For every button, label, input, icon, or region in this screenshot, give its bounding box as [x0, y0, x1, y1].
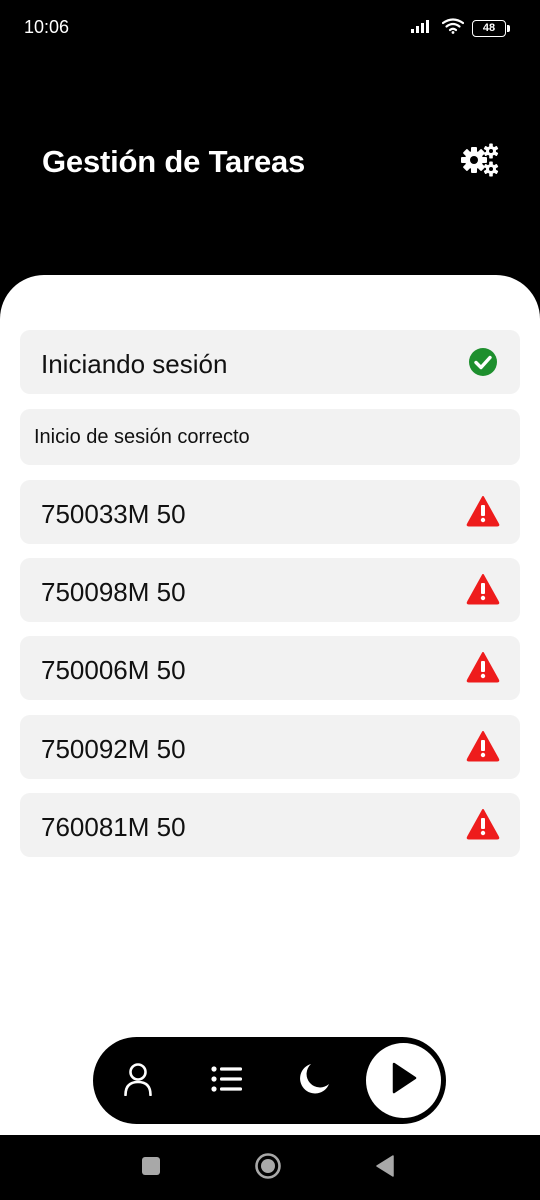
task-item: 750033M 50: [20, 480, 520, 544]
signal-icon: [410, 19, 434, 38]
gears-icon: [460, 142, 500, 183]
task-label: Inicio de sesión correcto: [34, 426, 250, 448]
list-icon: [211, 1065, 243, 1097]
user-icon: [123, 1062, 153, 1101]
warning-icon: [466, 729, 500, 763]
play-icon: [390, 1061, 418, 1100]
list-button[interactable]: [203, 1057, 251, 1105]
back-icon: [374, 1154, 396, 1183]
status-icons: 48: [410, 18, 510, 39]
warning-icon: [466, 807, 500, 841]
page-title: Gestión de Tareas: [42, 144, 306, 179]
back-button[interactable]: [370, 1153, 400, 1183]
task-label: Iniciando sesión: [41, 349, 228, 379]
task-label: 760081M 50: [41, 812, 186, 842]
home-button[interactable]: [253, 1152, 283, 1185]
task-item: 760081M 50: [20, 793, 520, 857]
warning-icon: [466, 572, 500, 606]
warning-icon: [466, 650, 500, 684]
bottom-nav: [93, 1037, 446, 1124]
battery-level: 48: [482, 22, 496, 34]
status-bar: 10:06 48: [0, 0, 540, 56]
task-item: 750092M 50: [20, 715, 520, 779]
battery-icon: 48: [472, 20, 510, 37]
task-list-panel: Iniciando sesión Inicio de sesión correc…: [0, 275, 540, 1135]
user-button[interactable]: [114, 1057, 162, 1105]
status-time: 10:06: [24, 17, 70, 37]
task-label: 750006M 50: [41, 655, 186, 685]
check-circle-icon: [466, 345, 500, 379]
task-label: 750033M 50: [41, 499, 186, 529]
warning-icon: [466, 494, 500, 528]
app-header: Gestión de Tareas: [0, 56, 540, 296]
wifi-icon: [441, 18, 465, 39]
task-item-login-result: Inicio de sesión correcto: [20, 409, 520, 465]
task-item-login: Iniciando sesión: [20, 330, 520, 394]
settings-button[interactable]: [458, 142, 502, 182]
moon-icon: [297, 1062, 331, 1101]
night-mode-button[interactable]: [290, 1057, 338, 1105]
system-nav-bar: [0, 1135, 540, 1200]
task-label: 750092M 50: [41, 734, 186, 764]
task-item: 750006M 50: [20, 636, 520, 700]
play-button[interactable]: [366, 1043, 441, 1118]
task-item: 750098M 50: [20, 558, 520, 622]
home-icon: [254, 1152, 282, 1185]
recent-apps-icon: [141, 1156, 161, 1181]
recent-apps-button[interactable]: [136, 1153, 166, 1183]
task-label: 750098M 50: [41, 577, 186, 607]
